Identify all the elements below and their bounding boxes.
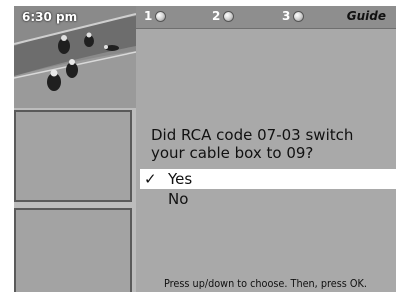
step-3-indicator-icon bbox=[293, 10, 305, 22]
step-2-indicator-icon bbox=[223, 10, 235, 22]
option-no[interactable]: No bbox=[140, 189, 396, 209]
progress-steps-bar: 1 2 3 Guide bbox=[136, 6, 396, 29]
brand-logo: Guide bbox=[346, 9, 386, 23]
left-column: 6:30 pm bbox=[14, 6, 136, 292]
tv-guide-screen: 6:30 pm 1 2 3 Guide Did RCA code 07-03 s… bbox=[14, 6, 396, 292]
step-2-label: 2 bbox=[212, 9, 221, 23]
step-2: 2 bbox=[212, 9, 235, 23]
step-3-label: 3 bbox=[282, 9, 291, 23]
step-1-indicator-icon bbox=[155, 10, 167, 22]
empty-panel-bottom bbox=[14, 208, 132, 292]
step-3: 3 bbox=[282, 9, 305, 23]
option-yes[interactable]: ✓ Yes bbox=[140, 169, 396, 189]
instruction-hint: Press up/down to choose. Then, press OK. bbox=[164, 277, 367, 290]
option-no-label: No bbox=[168, 190, 189, 208]
step-1: 1 bbox=[144, 9, 167, 23]
checkmark-icon: ✓ bbox=[144, 170, 157, 188]
step-1-label: 1 bbox=[144, 9, 153, 23]
answer-options: ✓ Yes No bbox=[140, 169, 396, 209]
live-video-preview: 6:30 pm bbox=[14, 6, 136, 108]
question-text: Did RCA code 07-03 switch your cable box… bbox=[151, 126, 354, 162]
option-yes-label: Yes bbox=[168, 170, 193, 188]
empty-panel-middle bbox=[14, 110, 132, 202]
clock-time: 6:30 pm bbox=[22, 10, 78, 24]
